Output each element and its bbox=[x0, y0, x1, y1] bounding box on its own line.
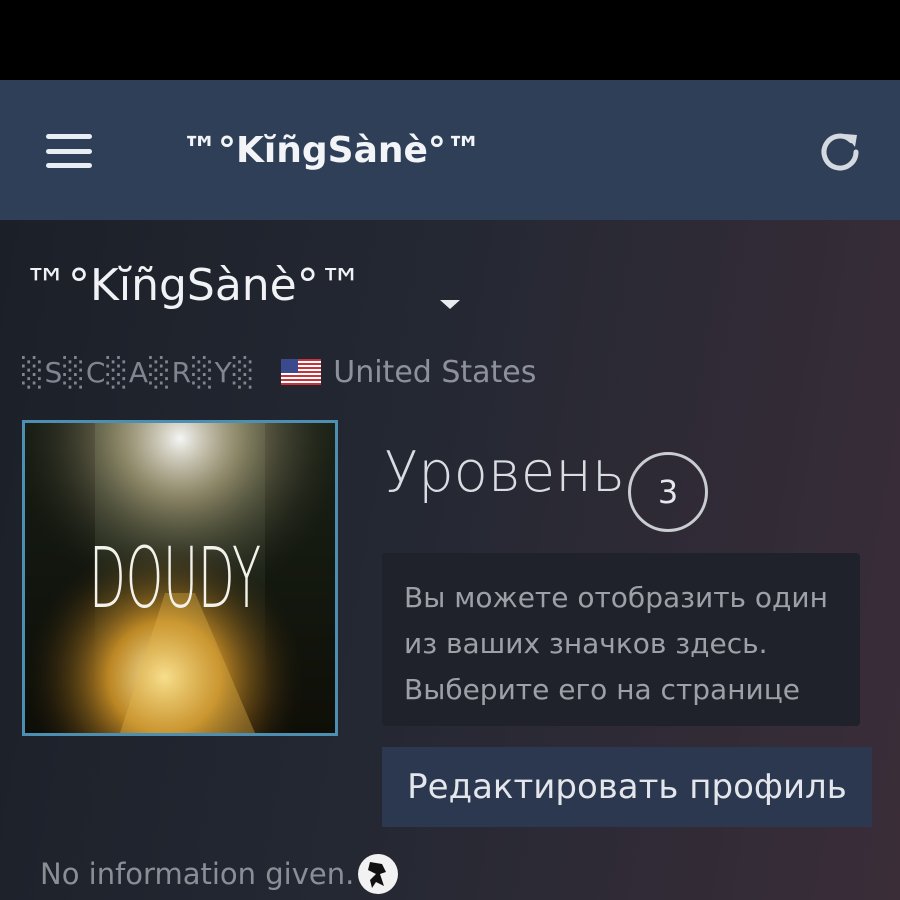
badge-text-line: Вы можете отобразить один bbox=[404, 581, 828, 614]
emblem-icon bbox=[356, 852, 400, 896]
profile-content: ™°KĭñgSànè°™ ░S░C░A░R░Y░ United States D… bbox=[0, 220, 900, 900]
badge-text-line: из ваших значков здесь. bbox=[404, 627, 768, 660]
level-label: Уровень bbox=[384, 440, 625, 505]
us-flag-icon bbox=[281, 359, 322, 385]
profile-name[interactable]: ™°KĭñgSànè°™ bbox=[24, 260, 363, 311]
edit-profile-button[interactable]: Редактировать профиль bbox=[382, 747, 872, 827]
app-header: ™°KĭñgSànè°™ bbox=[0, 80, 900, 220]
chevron-down-icon[interactable] bbox=[440, 300, 460, 309]
profile-tag: ░S░C░A░R░Y░ bbox=[22, 355, 256, 389]
badge-showcase-panel[interactable]: Вы можете отобразить один из ваших значк… bbox=[382, 553, 860, 726]
profile-subtitle-row: ░S░C░A░R░Y░ United States bbox=[22, 352, 536, 392]
header-title: ™°KĭñgSànè°™ bbox=[182, 130, 482, 171]
profile-summary-text: No information given. bbox=[40, 857, 355, 891]
avatar[interactable]: DOUDY bbox=[22, 420, 338, 736]
badge-text-line: Выберите его на странице bbox=[404, 673, 800, 706]
avatar-text: DOUDY bbox=[89, 531, 261, 628]
status-bar-area bbox=[0, 0, 900, 80]
profile-country: United States bbox=[333, 354, 537, 390]
refresh-icon[interactable] bbox=[812, 124, 868, 180]
hamburger-menu-icon[interactable] bbox=[38, 126, 100, 176]
level-badge: 3 bbox=[628, 452, 708, 532]
profile-summary: No information given. bbox=[40, 852, 400, 896]
